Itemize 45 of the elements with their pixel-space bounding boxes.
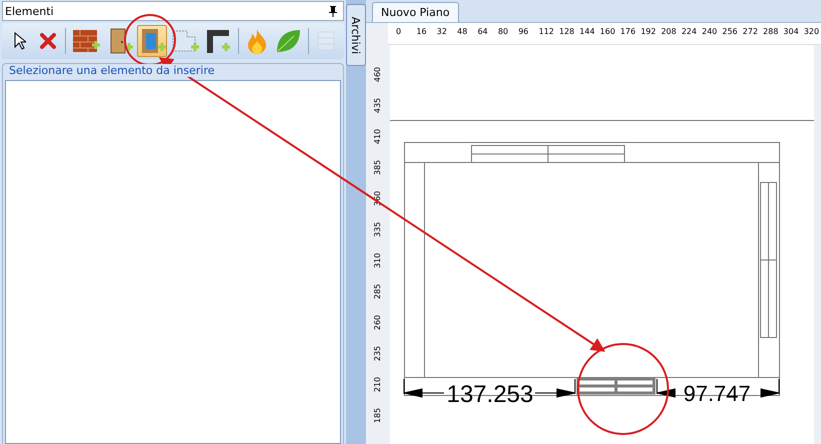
ruler-label: 32 [436, 27, 448, 36]
panel-title: Elementi [5, 4, 54, 18]
close-icon [38, 32, 57, 50]
ruler-label: 435 [374, 98, 382, 114]
window-drawing[interactable] [471, 144, 625, 163]
dimension-label: 137.253 [446, 381, 534, 408]
window-drawing[interactable] [576, 378, 656, 394]
ruler-label: 144 [580, 27, 596, 36]
ruler-label: 48 [457, 27, 468, 36]
ruler-label: 160 [600, 27, 616, 36]
ruler-label: 385 [374, 160, 382, 176]
highlight-circle [124, 14, 176, 66]
ruler-label: 272 [742, 27, 759, 36]
side-tab[interactable]: Archivi [346, 4, 366, 66]
brick-wall-icon [72, 27, 100, 55]
ruler-label: 210 [374, 376, 382, 392]
ruler-label: 112 [538, 27, 556, 36]
ruler-label: 64 [478, 27, 489, 36]
ruler-label: 0 [396, 27, 402, 36]
pin-icon[interactable] [329, 6, 337, 16]
ruler-label: 80 [498, 27, 510, 36]
ruler-label: 208 [661, 27, 678, 36]
ruler-label: 410 [374, 128, 382, 144]
ruler-label: 185 [374, 408, 382, 424]
ruler-label: 335 [374, 222, 382, 238]
ruler-label: 285 [374, 284, 382, 300]
ruler-label: 288 [763, 27, 780, 36]
ruler-label: 96 [518, 27, 530, 36]
document-tab[interactable]: Nuovo Piano [372, 2, 459, 22]
ruler-label: 128 [559, 27, 576, 36]
ruler-label: 310 [374, 252, 382, 268]
ruler-label: 304 [783, 27, 800, 36]
ruler-label: 256 [722, 27, 739, 36]
ruler-label: 192 [640, 27, 657, 36]
ruler-label: 240 [702, 27, 718, 36]
ruler-label: 224 [681, 27, 698, 36]
ruler-label: 320 [804, 27, 820, 36]
dimension-label: 97.747 [683, 381, 751, 406]
ruler-label: 16 [416, 27, 428, 36]
ruler-label: 260 [374, 314, 382, 330]
ruler-label: 176 [620, 27, 637, 36]
window-drawing[interactable] [760, 182, 778, 338]
ruler-label: 235 [374, 346, 382, 362]
cursor-icon [14, 32, 26, 50]
ruler-label: 460 [374, 66, 382, 82]
